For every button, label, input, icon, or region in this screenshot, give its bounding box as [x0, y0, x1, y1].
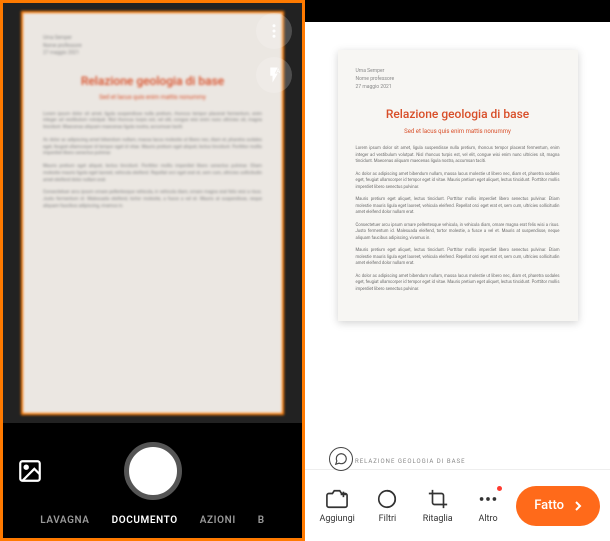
scan-preview-screen: Urna Semper Nome professore 27 maggio 20…	[305, 0, 610, 541]
crop-icon	[427, 488, 449, 510]
mode-actions[interactable]: AZIONI	[200, 515, 236, 526]
capture-bar	[3, 440, 302, 502]
mode-more[interactable]: B	[258, 515, 265, 526]
doc-body: Lorem ipsum dolor sit amet, ligula suspe…	[356, 146, 560, 293]
camera-viewport: Urna Semper Nome professore 27 maggio 20…	[3, 3, 302, 423]
scanned-page[interactable]: Urna Semper Nome professore 27 maggio 20…	[338, 50, 578, 321]
shutter-button[interactable]	[124, 442, 182, 500]
doc-header: Urna Semper Nome professore 27 maggio 20…	[43, 35, 262, 58]
doc-role: Nome professore	[356, 76, 560, 84]
doc-date: 27 maggio 2021	[356, 84, 560, 92]
preview-area: Urna Semper Nome professore 27 maggio 20…	[305, 22, 610, 469]
mode-whiteboard[interactable]: LAVAGNA	[40, 515, 89, 526]
doc-title: Relazione geologia di base	[43, 72, 262, 90]
filters-button[interactable]: Filtri	[365, 488, 409, 524]
tool-label: Altro	[478, 514, 497, 524]
done-label: Fatto	[534, 498, 564, 513]
doc-subtitle: Sed et lacus quis enim mattis nonummy	[43, 93, 262, 102]
camera-plus-icon	[326, 488, 348, 510]
gallery-button[interactable]	[17, 458, 43, 484]
doc-author: Urna Semper	[43, 35, 262, 43]
add-page-button[interactable]: Aggiungi	[315, 488, 359, 524]
page-footer-label: RELAZIONE GEOLOGIA DI BASE	[355, 458, 466, 465]
image-icon	[17, 458, 43, 484]
comment-button[interactable]	[329, 447, 353, 471]
edit-toolbar: Aggiungi Filtri Ritaglia Altro Fatto	[305, 469, 610, 541]
more-options-button[interactable]: Altro	[466, 488, 510, 524]
doc-author: Urna Semper	[356, 68, 560, 76]
status-bar	[305, 0, 610, 22]
done-button[interactable]: Fatto	[516, 486, 600, 526]
doc-date: 27 maggio 2021	[43, 50, 262, 58]
tool-label: Filtri	[379, 514, 397, 524]
filters-icon	[376, 488, 398, 510]
more-vertical-icon	[265, 22, 283, 40]
svg-text:A: A	[276, 68, 280, 75]
flash-auto-icon: A	[265, 66, 283, 84]
mode-document[interactable]: DOCUMENTO	[112, 515, 178, 526]
camera-capture-screen: Urna Semper Nome professore 27 maggio 20…	[0, 0, 305, 541]
doc-subtitle: Sed et lacus quis enim mattis nonummy	[356, 127, 560, 136]
document-detection-frame: Urna Semper Nome professore 27 maggio 20…	[21, 11, 284, 415]
speech-bubble-icon	[334, 452, 348, 466]
doc-header: Urna Semper Nome professore 27 maggio 20…	[356, 68, 560, 91]
tool-label: Ritaglia	[423, 514, 453, 524]
overflow-menu-button[interactable]	[256, 13, 292, 49]
doc-body: Lorem ipsum dolor sit amet, ligula suspe…	[43, 112, 262, 211]
doc-role: Nome professore	[43, 43, 262, 51]
chevron-right-icon	[570, 498, 586, 514]
crop-button[interactable]: Ritaglia	[416, 488, 460, 524]
flash-toggle-button[interactable]: A	[256, 57, 292, 93]
more-horizontal-icon	[477, 488, 499, 510]
tool-label: Aggiungi	[319, 514, 354, 524]
capture-mode-strip[interactable]: LAVAGNA DOCUMENTO AZIONI B	[3, 502, 302, 538]
doc-title: Relazione geologia di base	[356, 105, 560, 124]
